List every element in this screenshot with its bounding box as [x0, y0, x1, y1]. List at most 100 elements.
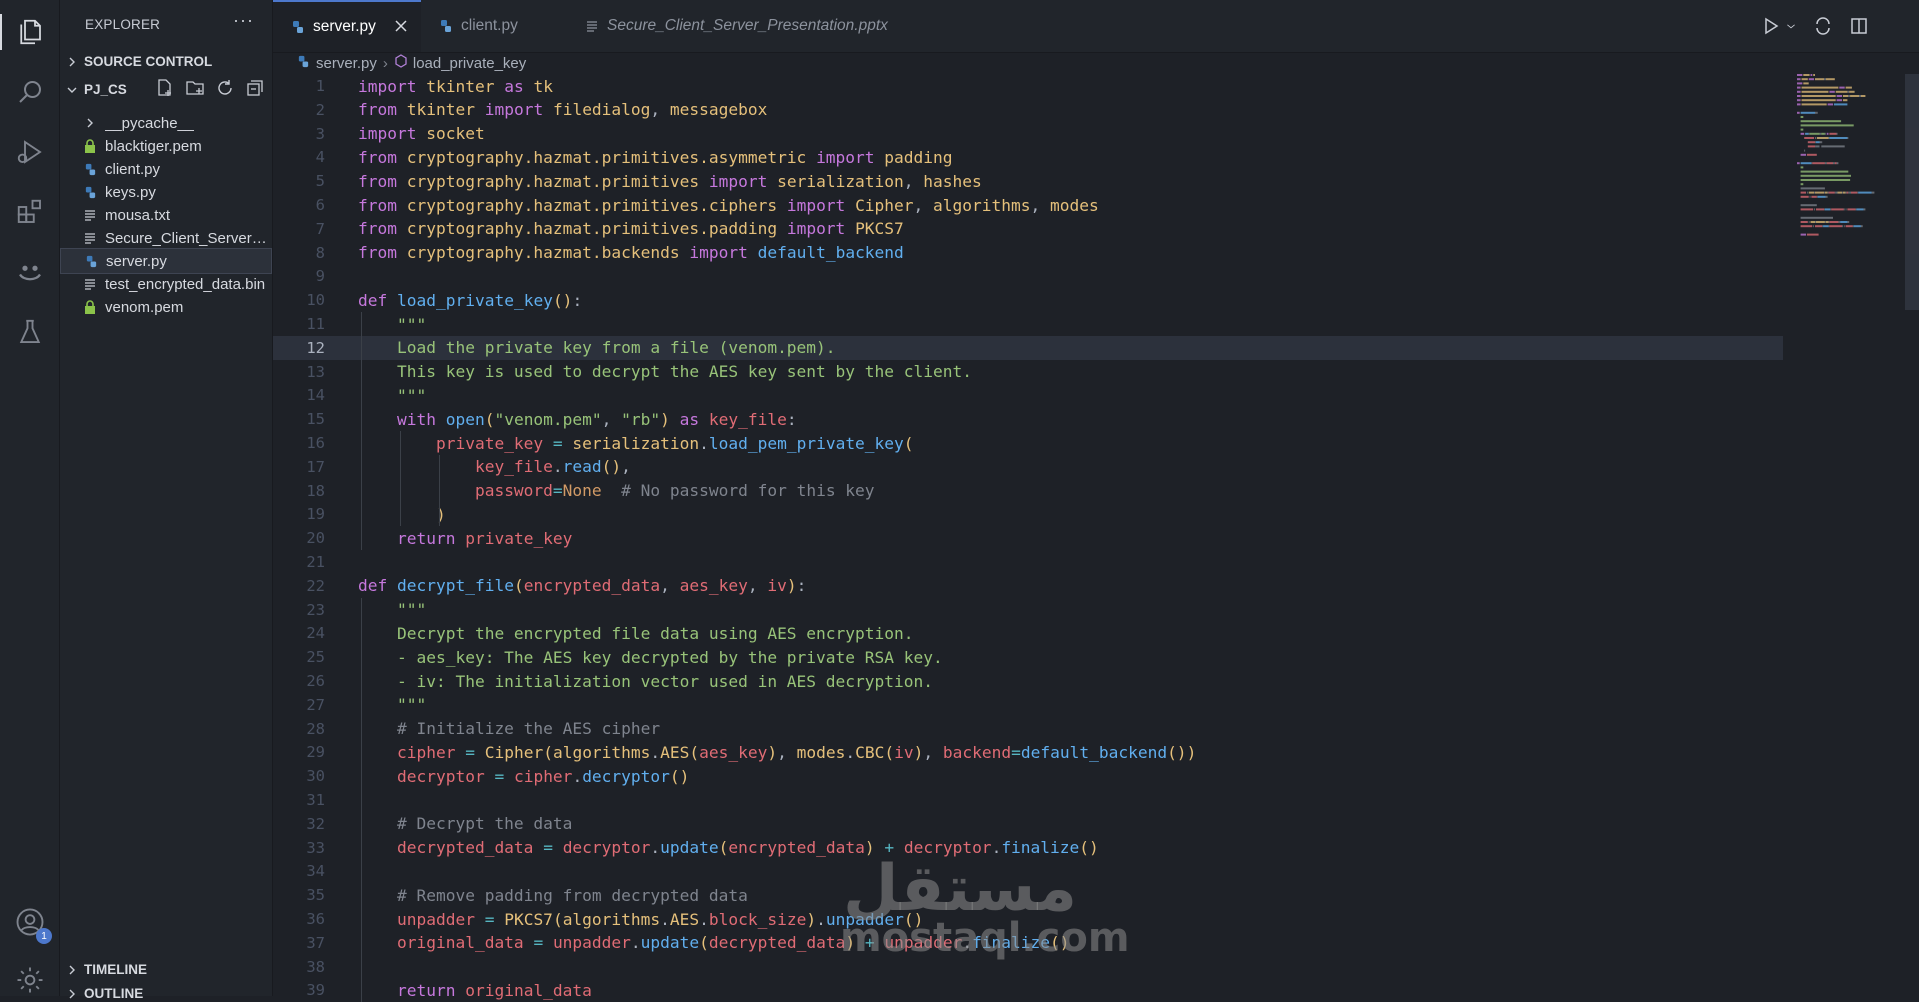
code-token: (: [513, 576, 524, 596]
code-token: decryptor: [396, 766, 485, 786]
code-line[interactable]: 16 private_key = serialization.load_pem_…: [273, 431, 1783, 455]
code-line[interactable]: 13 This key is used to decrypt the AES k…: [273, 360, 1783, 384]
code-token: algorithms: [552, 742, 651, 762]
code-token: .: [630, 933, 641, 953]
code-line[interactable]: 18 password=None # No password for this …: [273, 479, 1783, 503]
minimap-token: [1815, 78, 1824, 81]
tree-item[interactable]: venom.pem: [60, 294, 272, 320]
copilot-icon[interactable]: [12, 254, 48, 290]
line-number: 8: [315, 243, 325, 262]
project-folder[interactable]: PJ_CS: [66, 82, 127, 97]
code-token: =: [465, 742, 475, 762]
code-token: =: [552, 481, 563, 501]
code-line[interactable]: 14 """: [273, 383, 1783, 407]
code-line[interactable]: 3 import socket: [273, 122, 1783, 146]
chevron-down-icon[interactable]: [1785, 16, 1797, 36]
code-line[interactable]: 24 Decrypt the encrypted file data using…: [273, 621, 1783, 645]
tab-presentation[interactable]: Secure_Client_Server_Presentation.pptx: [567, 0, 897, 52]
code-line[interactable]: 11 """: [273, 312, 1783, 336]
minimap-token: [1829, 221, 1839, 223]
code-line[interactable]: 22 def decrypt_file(encrypted_data, aes_k…: [273, 574, 1783, 598]
minimap-token: [1824, 132, 1826, 135]
line-number: 17: [306, 457, 325, 476]
minimap-token: [1803, 74, 1810, 76]
code-line[interactable]: 6 from cryptography.hazmat.primitives.cip…: [273, 193, 1783, 217]
run-debug-icon[interactable]: [12, 134, 48, 170]
search-icon[interactable]: [12, 74, 48, 110]
minimap-token: [1851, 191, 1858, 194]
code-line[interactable]: 9: [273, 264, 1783, 288]
code-line[interactable]: 29 cipher = Cipher(algorithms.AES(aes_ke…: [273, 740, 1783, 764]
code-line[interactable]: 30 decryptor = cipher.decryptor(): [273, 764, 1783, 788]
settings-gear-icon[interactable]: [12, 962, 48, 998]
source-control-section[interactable]: SOURCE CONTROL: [66, 54, 212, 69]
timeline-section[interactable]: TIMELINE: [66, 962, 147, 977]
accounts-icon[interactable]: 1: [12, 904, 52, 944]
split-editor-icon[interactable]: [1849, 16, 1869, 36]
code-token: cipher: [513, 766, 573, 786]
code-line[interactable]: 25 - aes_key: The AES key decrypted by t…: [273, 645, 1783, 669]
new-file-icon[interactable]: [155, 78, 175, 98]
code-line[interactable]: 7 from cryptography.hazmat.primitives.pad…: [273, 217, 1783, 241]
code-token: None: [562, 481, 602, 501]
more-actions-icon[interactable]: ···: [233, 10, 254, 31]
extensions-icon[interactable]: [12, 194, 48, 230]
chevron-right-icon: [69, 965, 75, 974]
breadcrumb-symbol[interactable]: load_private_key: [413, 55, 526, 72]
close-icon[interactable]: [393, 18, 409, 34]
code-line[interactable]: 12 Load the private key from a file (ven…: [273, 335, 1783, 360]
run-icon[interactable]: [1761, 16, 1781, 36]
code-line[interactable]: 8 from cryptography.hazmat.backends impor…: [273, 241, 1783, 265]
code-line[interactable]: 19 ): [273, 502, 1783, 526]
code-line[interactable]: 31: [273, 788, 1783, 812]
code-line[interactable]: 10 def load_private_key():: [273, 288, 1783, 312]
code-line[interactable]: 1 import tkinter as tk: [273, 74, 1783, 98]
collapse-all-icon[interactable]: [245, 78, 265, 98]
code-line[interactable]: 5 from cryptography.hazmat.primitives imp…: [273, 169, 1783, 193]
code-token: """: [396, 600, 427, 620]
code-line[interactable]: 17 key_file.read(),: [273, 455, 1783, 479]
code-line[interactable]: 27 """: [273, 693, 1783, 717]
line-number: 23: [306, 600, 325, 619]
code-text: from cryptography.hazmat.primitives.padd…: [358, 219, 904, 238]
code-editor[interactable]: 1 import tkinter as tk 2 from tkinter impor…: [273, 74, 1919, 1002]
minimap-token: [1826, 132, 1829, 135]
new-folder-icon[interactable]: [185, 78, 205, 98]
code-text: from cryptography.hazmat.primitives impo…: [358, 172, 982, 191]
code-line[interactable]: 23 """: [273, 598, 1783, 622]
code-line[interactable]: 20 return private_key: [273, 526, 1783, 550]
code-token: PKCS7: [504, 909, 553, 929]
code-line[interactable]: 4 from cryptography.hazmat.primitives.asy…: [273, 145, 1783, 169]
explorer-icon[interactable]: [0, 14, 48, 50]
code-line[interactable]: 26 - iv: The initialization vector used …: [273, 669, 1783, 693]
refresh-icon[interactable]: [215, 78, 235, 98]
code-token: ,: [747, 576, 768, 596]
minimap-token: [1834, 162, 1837, 165]
breadcrumb-file[interactable]: server.py: [316, 55, 377, 72]
code-line[interactable]: 21: [273, 550, 1783, 574]
explorer-header: EXPLORER: [85, 17, 161, 32]
code-token: decrypt_file: [397, 576, 514, 596]
minimap-token: [1800, 174, 1851, 177]
tree-item-label: Secure_Client_Server_...: [104, 229, 272, 247]
code-line[interactable]: 2 from tkinter import filedialog, message…: [273, 98, 1783, 122]
editor-scrollbar[interactable]: [1905, 74, 1919, 310]
code-line[interactable]: 15 with open("venom.pem", "rb") as key_f…: [273, 407, 1783, 431]
minimap[interactable]: [1795, 74, 1905, 314]
line-number: 3: [315, 124, 325, 143]
code-line[interactable]: 28 # Initialize the AES cipher: [273, 717, 1783, 741]
minimap-token: [1828, 225, 1830, 228]
tab-client-py[interactable]: client.py: [421, 0, 567, 52]
outline-section[interactable]: OUTLINE: [66, 986, 143, 1001]
code-line[interactable]: 39 return original_data: [273, 978, 1783, 1002]
tab-server-py[interactable]: server.py: [273, 0, 421, 52]
testing-icon[interactable]: [12, 314, 48, 350]
open-changes-icon[interactable]: [1813, 16, 1833, 36]
line-number: 7: [315, 219, 325, 238]
code-line[interactable]: 32 # Decrypt the data: [273, 812, 1783, 836]
indent-guide: [439, 454, 440, 527]
code-text: - iv: The initialization vector used in …: [358, 672, 933, 691]
